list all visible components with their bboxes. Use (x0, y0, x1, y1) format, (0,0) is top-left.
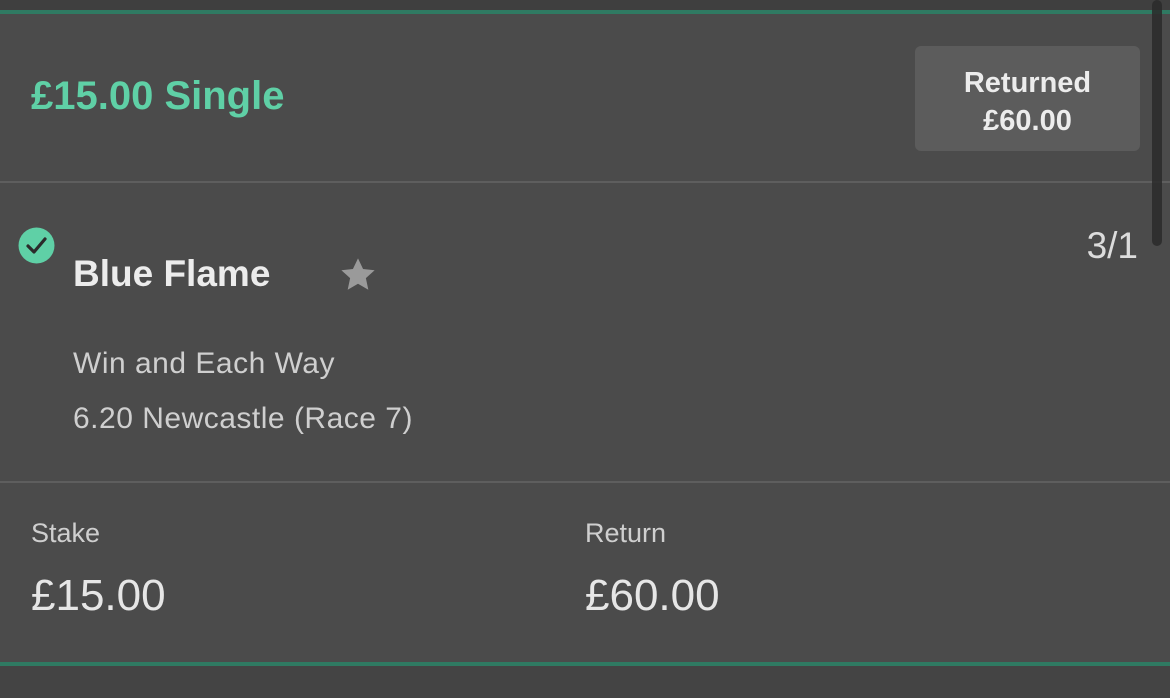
selection-name: Blue Flame (73, 253, 271, 294)
scrollbar[interactable] (1152, 0, 1162, 246)
return-label: Return (585, 518, 667, 548)
selection-odds: 3/1 (1086, 225, 1138, 266)
return-value: £60.00 (585, 571, 720, 620)
bet-card-screen: £15.00 Single Returned £60.00 Blue Flame… (0, 0, 1170, 698)
market-description: Win and Each Way (73, 347, 335, 380)
summary-divider (0, 481, 1170, 483)
event-description: 6.20 Newcastle (Race 7) (73, 402, 413, 435)
next-card-edge (0, 666, 1170, 698)
previous-card-edge (0, 0, 1170, 10)
stake-label: Stake (31, 518, 101, 548)
returned-label: Returned (963, 67, 1092, 99)
returned-status-badge: Returned £60.00 (915, 46, 1140, 151)
returned-amount: £60.00 (983, 105, 1072, 137)
card-top-border (0, 10, 1170, 14)
star-icon[interactable] (337, 254, 379, 296)
check-circle-icon (18, 227, 55, 264)
header-divider (0, 181, 1170, 183)
stake-value: £15.00 (31, 571, 166, 620)
bet-title: £15.00 Single (31, 74, 285, 118)
